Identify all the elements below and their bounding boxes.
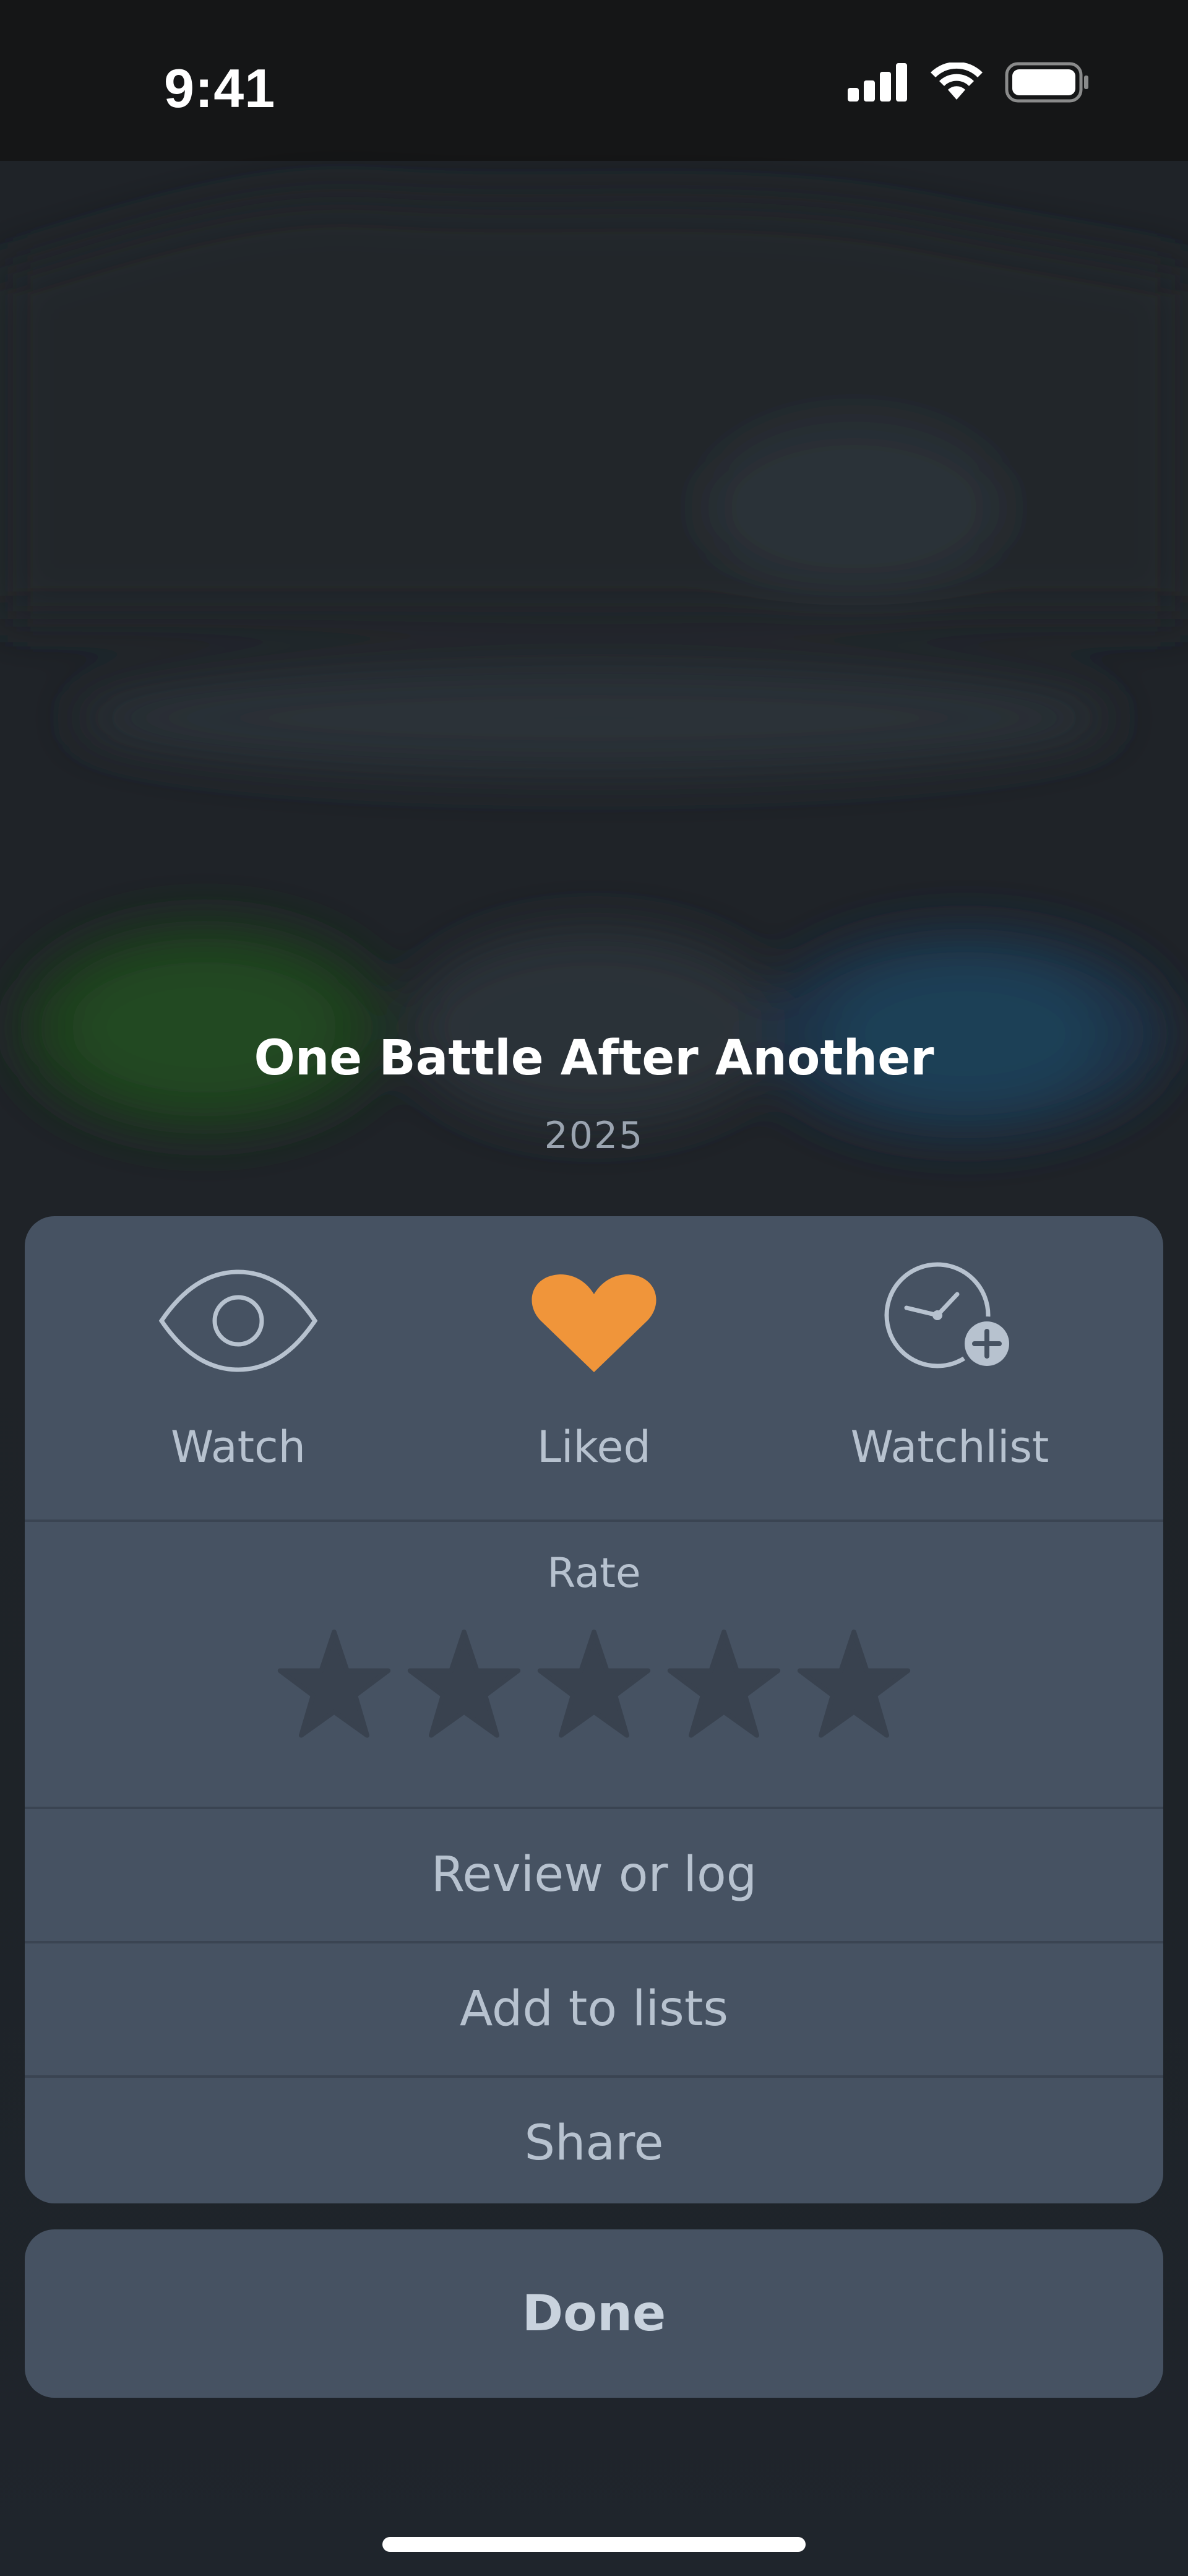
movie-title: One Battle After Another: [254, 1031, 934, 1086]
status-bar: 9:41: [0, 0, 1188, 173]
watch-action-button[interactable]: Watch: [96, 1216, 381, 1519]
add-to-lists-button[interactable]: Add to lists: [25, 1943, 1163, 2078]
status-time: 9:41: [164, 58, 276, 119]
done-button[interactable]: Done: [25, 2229, 1163, 2398]
star-1-icon[interactable]: [275, 1627, 393, 1745]
clock-plus-icon: [884, 1262, 1014, 1371]
liked-label: Liked: [537, 1422, 651, 1472]
watchlist-label: Watchlist: [850, 1422, 1049, 1472]
cellular-signal-icon: [848, 63, 907, 102]
star-3-icon[interactable]: [535, 1627, 653, 1745]
wifi-icon: [931, 63, 983, 100]
eye-icon: [158, 1269, 318, 1372]
star-2-icon[interactable]: [405, 1627, 523, 1745]
share-button[interactable]: Share: [25, 2078, 1163, 2203]
home-indicator: [382, 2537, 806, 2552]
review-or-log-button[interactable]: Review or log: [25, 1809, 1163, 1943]
movie-year: 2025: [544, 1114, 644, 1157]
star-4-icon[interactable]: [665, 1627, 783, 1745]
rate-label: Rate: [547, 1549, 641, 1597]
star-rating: [25, 1627, 1163, 1745]
action-sheet: Watch Liked Watchlist Rate Review or log…: [25, 1216, 1163, 2203]
battery-icon: [1005, 62, 1088, 103]
status-icons: [848, 62, 1089, 103]
quick-actions: Watch Liked Watchlist: [25, 1216, 1163, 1522]
watch-label: Watch: [171, 1422, 306, 1472]
liked-action-button[interactable]: Liked: [452, 1216, 736, 1519]
watchlist-action-button[interactable]: Watchlist: [807, 1216, 1092, 1519]
heart-icon: [532, 1274, 656, 1372]
rate-section: Rate: [25, 1522, 1163, 1809]
star-5-icon[interactable]: [795, 1627, 913, 1745]
